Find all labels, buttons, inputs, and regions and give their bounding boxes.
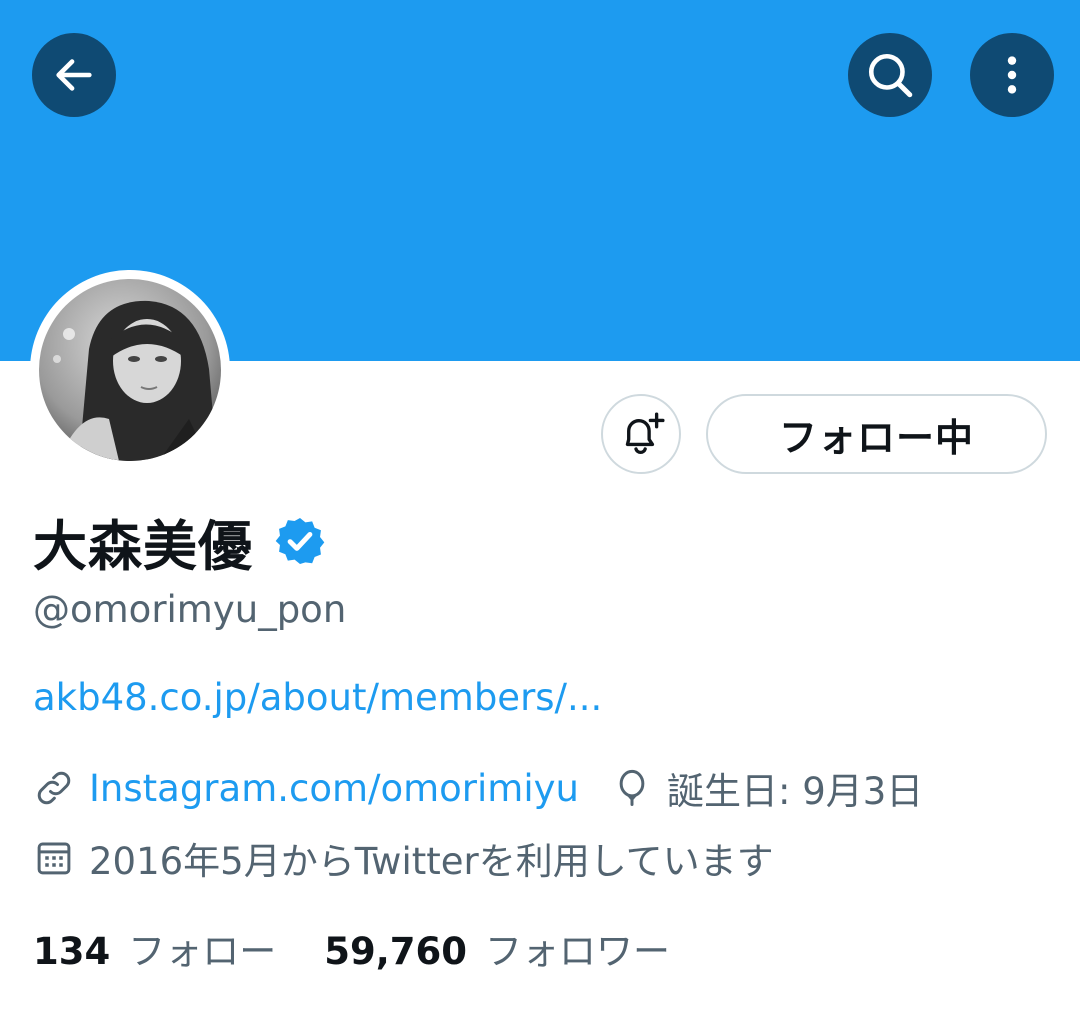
follow-stats: 134 フォロー 59,760 フォロワー [33, 918, 670, 978]
avatar[interactable] [30, 270, 230, 470]
calendar-icon [33, 837, 75, 879]
joined-row: 2016年5月からTwitterを利用しています [33, 828, 774, 888]
profile-meta-row: Instagram.com/omorimiyu 誕生日: 9月3日 [33, 758, 923, 818]
verified-badge-icon[interactable] [273, 514, 327, 568]
more-vertical-icon [1007, 56, 1017, 94]
joined-text: 2016年5月からTwitterを利用しています [89, 840, 774, 883]
followers-stat[interactable]: 59,760 フォロワー [324, 921, 670, 975]
birthday-text: 誕生日: 9月3日 [666, 770, 924, 813]
notification-bell-button[interactable] [601, 394, 681, 474]
balloon-icon [611, 767, 653, 809]
bell-plus-icon [625, 412, 665, 454]
followers-count: 59,760 [324, 930, 468, 973]
user-handle: @omorimyu_pon [33, 588, 347, 631]
avatar-photo [39, 279, 221, 461]
following-label: フォロー [128, 930, 277, 973]
name-row: 大森美優 [33, 506, 327, 578]
arrow-left-icon [56, 59, 92, 91]
display-name: 大森美優 [33, 514, 253, 578]
search-button[interactable] [848, 33, 932, 117]
search-icon [868, 53, 913, 98]
back-button[interactable] [32, 33, 116, 117]
followers-label: フォロワー [485, 930, 671, 973]
link-icon [33, 767, 75, 809]
bio-link[interactable]: akb48.co.jp/about/members/... [33, 676, 602, 719]
more-button[interactable] [970, 33, 1054, 117]
following-count: 134 [33, 930, 111, 973]
following-stat[interactable]: 134 フォロー [33, 921, 276, 975]
following-button[interactable]: フォロー中 [706, 394, 1047, 474]
website-link[interactable]: Instagram.com/omorimiyu [89, 767, 579, 810]
